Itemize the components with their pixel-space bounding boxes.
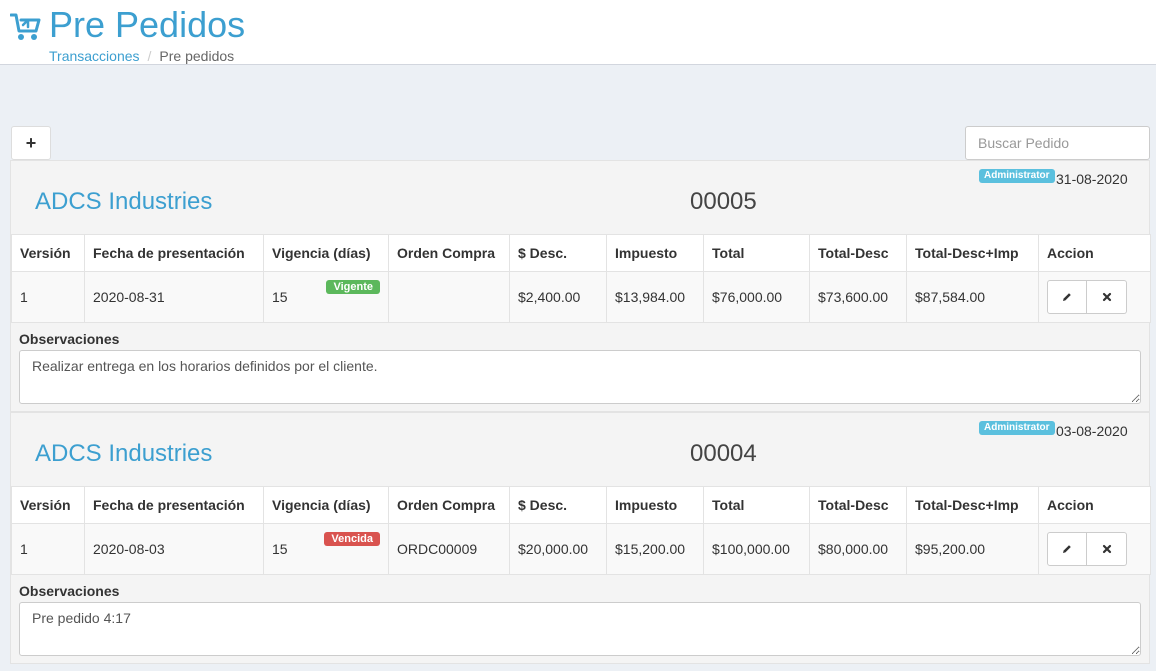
total-cell: $76,000.00 — [703, 271, 810, 323]
vigencia-days: 15 — [272, 541, 288, 557]
observaciones-textarea[interactable]: Realizar entrega en los horarios definid… — [19, 350, 1141, 404]
version-cell: 1 — [11, 271, 85, 323]
delete-button[interactable] — [1087, 532, 1127, 566]
order-date: 03-08-2020 — [1056, 423, 1128, 439]
desc-cell: $20,000.00 — [509, 523, 607, 575]
column-header: Versión — [11, 486, 85, 524]
breadcrumb-link-transacciones[interactable]: Transacciones — [49, 48, 140, 64]
edit-button[interactable] — [1047, 532, 1087, 566]
table-header-row: Versión Fecha de presentación Vigencia (dí… — [11, 234, 1151, 272]
breadcrumb: Transacciones / Pre pedidos — [49, 48, 234, 65]
column-header: Impuesto — [606, 486, 704, 524]
impuesto-cell: $13,984.00 — [606, 271, 704, 323]
order-card: Administrator 03-08-2020 ADCS Industries 00… — [10, 412, 1151, 664]
close-icon — [1102, 292, 1111, 302]
add-pedido-button[interactable]: + — [11, 126, 51, 160]
role-badge: Administrator — [979, 421, 1055, 435]
observaciones-label: Observaciones — [19, 583, 120, 599]
page-title: Pre Pedidos — [49, 4, 246, 45]
breadcrumb-separator: / — [147, 48, 152, 64]
total-desc-imp-cell: $87,584.00 — [906, 271, 1039, 323]
table-header-row: Versión Fecha de presentación Vigencia (dí… — [11, 486, 1151, 524]
column-header: $ Desc. — [509, 486, 607, 524]
order-date: 31-08-2020 — [1056, 171, 1128, 187]
column-header: Accion — [1038, 234, 1151, 272]
total-desc-cell: $73,600.00 — [809, 271, 907, 323]
version-cell: 1 — [11, 523, 85, 575]
column-header: Vigencia (días) — [263, 234, 389, 272]
total-cell: $100,000.00 — [703, 523, 810, 575]
role-badge: Administrator — [979, 169, 1055, 183]
observaciones-label: Observaciones — [19, 331, 120, 347]
status-badge: Vencida — [324, 532, 380, 546]
edit-button[interactable] — [1047, 280, 1087, 314]
action-buttons — [1047, 280, 1142, 314]
accion-cell — [1038, 523, 1151, 575]
impuesto-cell: $15,200.00 — [606, 523, 704, 575]
order-header: Administrator 31-08-2020 ADCS Industries 00… — [11, 161, 1149, 234]
table-row: 1 2020-08-31 15 Vigente $2,400.00 $13,984.00 $… — [11, 271, 1151, 323]
total-desc-imp-cell: $95,200.00 — [906, 523, 1039, 575]
column-header: Total-Desc — [809, 234, 907, 272]
pencil-icon — [1063, 545, 1071, 553]
orden-compra-cell — [388, 271, 510, 323]
vigencia-days: 15 — [272, 289, 288, 305]
accion-cell — [1038, 271, 1151, 323]
order-card: Administrator 31-08-2020 ADCS Industries 00… — [10, 160, 1151, 412]
total-desc-cell: $80,000.00 — [809, 523, 907, 575]
delete-button[interactable] — [1087, 280, 1127, 314]
column-header: Orden Compra — [388, 234, 510, 272]
breadcrumb-current: Pre pedidos — [159, 48, 235, 64]
customer-name: ADCS Industries — [35, 440, 213, 467]
orden-compra-cell: ORDC00009 — [388, 523, 510, 575]
customer-name: ADCS Industries — [35, 188, 213, 215]
order-table: Versión Fecha de presentación Vigencia (dí… — [11, 486, 1151, 575]
column-header: Total — [703, 486, 810, 524]
fecha-cell: 2020-08-03 — [84, 523, 264, 575]
search-pedido-input[interactable] — [965, 126, 1150, 160]
order-number: 00005 — [690, 188, 757, 215]
desc-cell: $2,400.00 — [509, 271, 607, 323]
vigencia-cell: 15 Vigente — [263, 271, 389, 323]
column-header: Versión — [11, 234, 85, 272]
page-header: Pre Pedidos Transacciones / Pre pedidos — [0, 0, 1156, 65]
column-header: Total — [703, 234, 810, 272]
order-header: Administrator 03-08-2020 ADCS Industries 00… — [11, 413, 1149, 486]
order-number: 00004 — [690, 440, 757, 467]
column-header: Orden Compra — [388, 486, 510, 524]
vigencia-cell: 15 Vencida — [263, 523, 389, 575]
column-header: Total-Desc+Imp — [906, 234, 1039, 272]
order-table: Versión Fecha de presentación Vigencia (dí… — [11, 234, 1151, 323]
column-header: Vigencia (días) — [263, 486, 389, 524]
action-buttons — [1047, 532, 1142, 566]
table-row: 1 2020-08-03 15 Vencida ORDC00009 $20,000.00 $… — [11, 523, 1151, 575]
close-icon — [1102, 544, 1111, 554]
column-header: Fecha de presentación — [84, 486, 264, 524]
pencil-icon — [1063, 293, 1071, 301]
column-header: Fecha de presentación — [84, 234, 264, 272]
column-header: Impuesto — [606, 234, 704, 272]
column-header: Accion — [1038, 486, 1151, 524]
shopping-cart-icon — [10, 13, 41, 40]
status-badge: Vigente — [326, 280, 380, 294]
observaciones-textarea[interactable]: Pre pedido 4:17 — [19, 602, 1141, 656]
column-header: Total-Desc — [809, 486, 907, 524]
column-header: $ Desc. — [509, 234, 607, 272]
fecha-cell: 2020-08-31 — [84, 271, 264, 323]
column-header: Total-Desc+Imp — [906, 486, 1039, 524]
